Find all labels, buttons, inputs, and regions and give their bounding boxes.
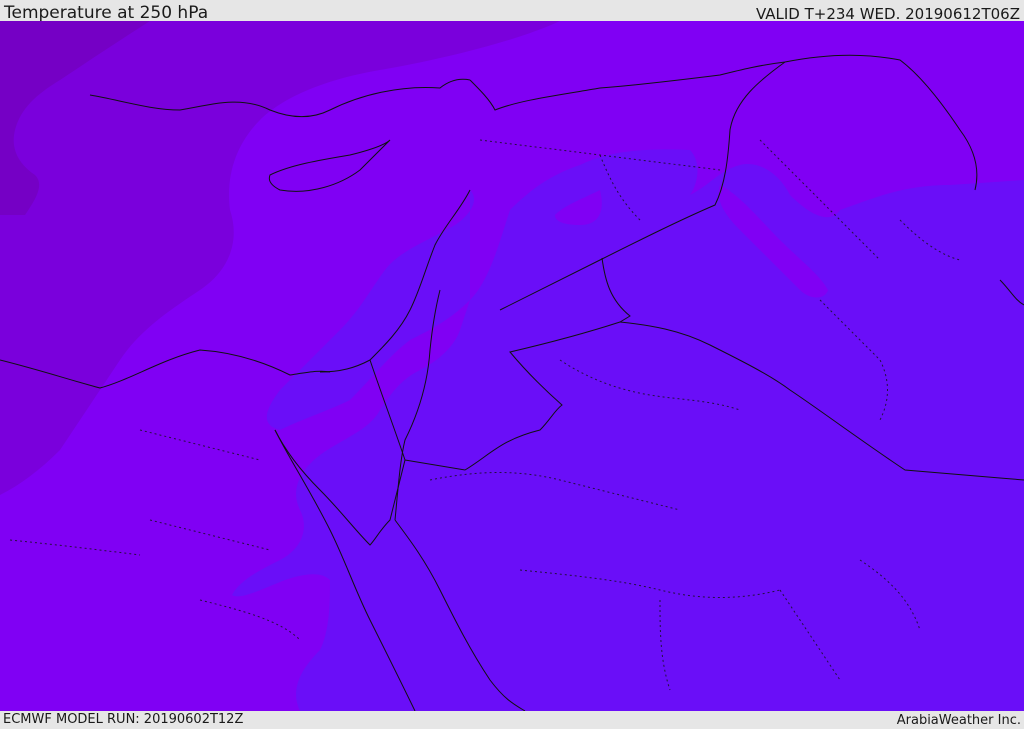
model-run: ECMWF MODEL RUN: 20190602T12Z [3,712,244,727]
temperature-map [0,21,1024,711]
map-title: Temperature at 250 hPa [4,3,209,23]
map-footer: ECMWF MODEL RUN: 20190602T12Z ArabiaWeat… [0,711,1024,729]
credit: ArabiaWeather Inc. [896,713,1021,728]
map-canvas [0,21,1024,711]
map-header: Temperature at 250 hPa VALID T+234 WED. … [0,0,1024,23]
